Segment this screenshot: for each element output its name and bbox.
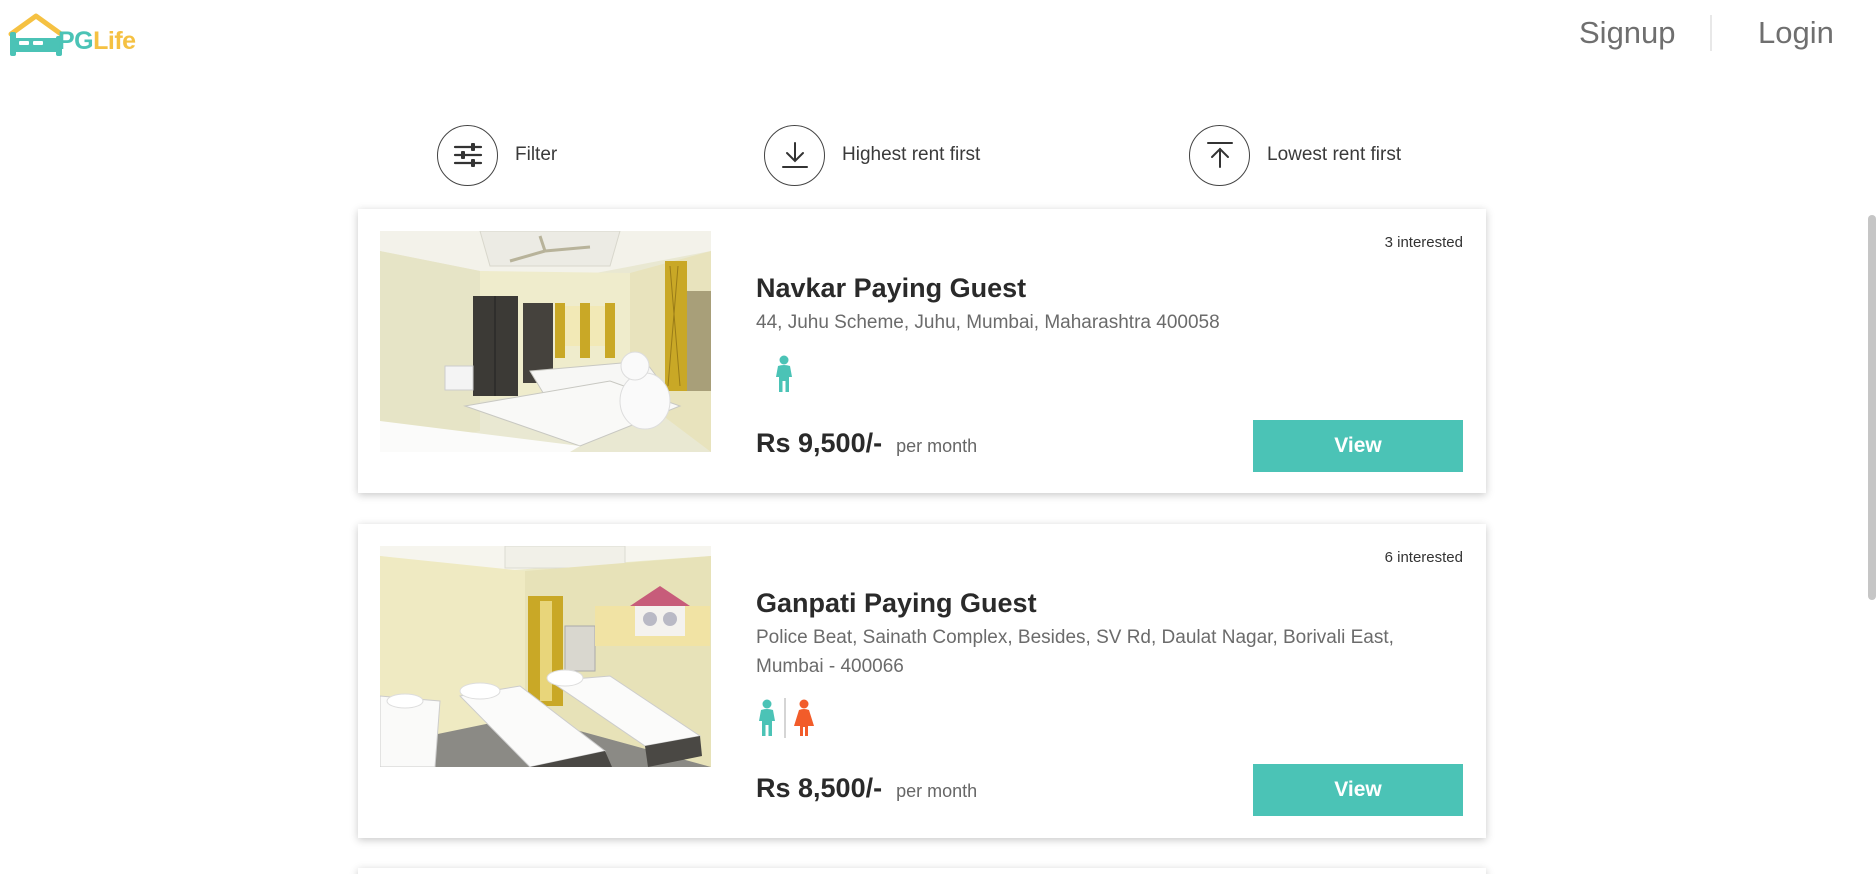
logo-life: Life	[93, 27, 136, 55]
rent: Rs 9,500/- per month	[756, 428, 977, 459]
female-icon	[793, 699, 814, 736]
arrow-down-to-line-icon	[764, 124, 825, 186]
gender-icons	[756, 698, 816, 738]
rent-amount: Rs 8,500/-	[756, 773, 883, 803]
filter-label: Filter	[515, 144, 558, 165]
view-button[interactable]: View	[1253, 764, 1463, 816]
filter-button[interactable]: Filter	[437, 124, 557, 186]
sliders-icon	[437, 124, 498, 186]
rent-period: per month	[896, 436, 978, 456]
highest-rent-first-button[interactable]: Highest rent first	[764, 124, 980, 186]
gender-icons	[773, 355, 795, 393]
pg-address: 44, Juhu Scheme, Juhu, Mumbai, Maharasht…	[756, 312, 1220, 333]
listing-image[interactable]	[380, 546, 711, 767]
view-button[interactable]: View	[1253, 420, 1463, 472]
lowest-rent-first-label: Lowest rent first	[1267, 144, 1402, 165]
house-bed-icon	[8, 13, 64, 56]
listing-card: 3 interested Navkar Paying Guest 44, Juh…	[358, 209, 1486, 493]
rent-period: per month	[896, 781, 978, 801]
logo[interactable]: PGLife	[8, 12, 153, 58]
listing-card	[358, 868, 1486, 874]
pg-name: Navkar Paying Guest	[756, 273, 1027, 303]
scrollbar-thumb[interactable]	[1868, 215, 1876, 600]
interested-count: 3 interested	[1384, 234, 1463, 251]
logo-text: PGLife	[58, 27, 136, 56]
signup-link[interactable]: Signup	[1579, 15, 1676, 51]
lowest-rent-first-button[interactable]: Lowest rent first	[1189, 124, 1401, 186]
logo-pg: PG	[58, 27, 94, 55]
listing-card: 6 interested Ganpati Paying Guest Police…	[358, 524, 1486, 838]
nav-divider	[1710, 15, 1712, 51]
login-link[interactable]: Login	[1758, 15, 1834, 51]
rent-amount: Rs 9,500/-	[756, 428, 883, 458]
header: PGLife Signup Login	[0, 0, 1876, 68]
male-icon	[759, 699, 775, 736]
gender-divider	[784, 698, 786, 738]
listing-image[interactable]	[380, 231, 711, 452]
pg-address: Police Beat, Sainath Complex, Besides, S…	[756, 627, 1394, 677]
male-icon	[776, 355, 792, 392]
arrow-up-from-line-icon	[1189, 124, 1250, 186]
highest-rent-first-label: Highest rent first	[842, 144, 981, 165]
rent: Rs 8,500/- per month	[756, 773, 977, 804]
interested-count: 6 interested	[1384, 549, 1463, 566]
pg-name: Ganpati Paying Guest	[756, 588, 1037, 618]
